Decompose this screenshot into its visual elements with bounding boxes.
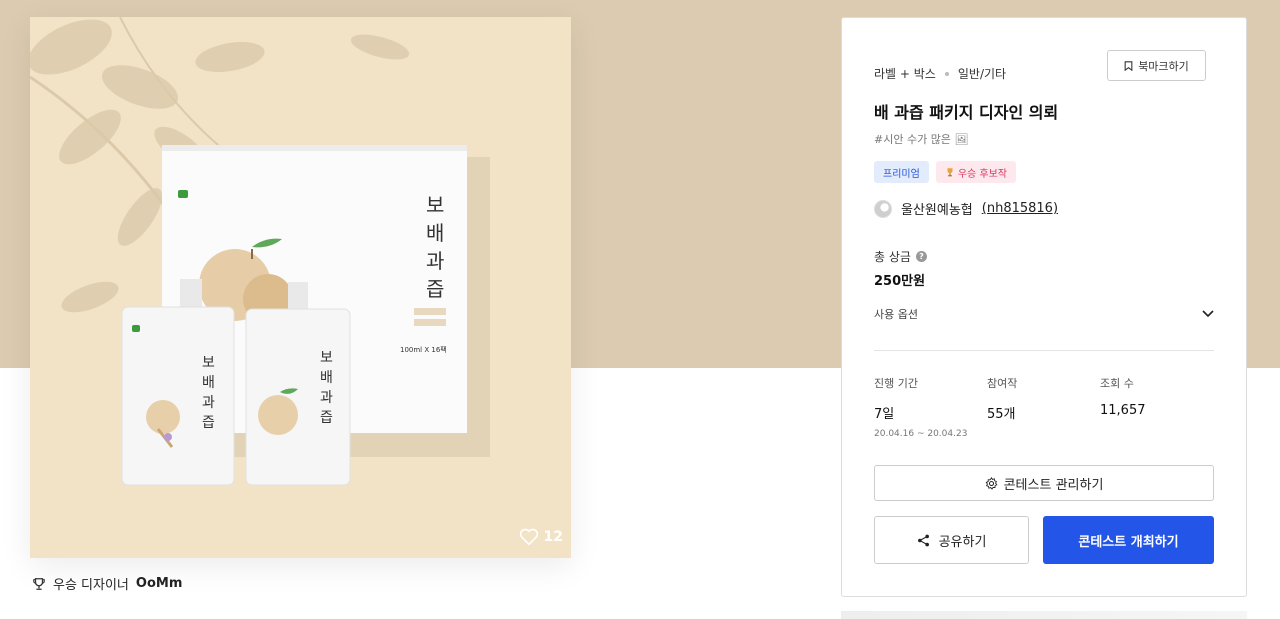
host-name: 울산원예농협 [901,203,973,218]
svg-text:100ml X 16팩: 100ml X 16팩 [400,345,447,354]
host-contest-button[interactable]: 콘테스트 개최하기 [1043,516,1214,564]
heart-icon [519,528,538,546]
svg-text:과: 과 [426,249,444,273]
entries-value: 55개 [987,407,1016,422]
svg-text:즙: 즙 [202,415,215,431]
gear-icon [985,476,998,490]
trophy-icon [947,168,953,177]
prize-value: 250만원 [874,274,926,289]
svg-text:배: 배 [202,375,215,391]
winner-designer: 우승 디자이너 OoMm [32,574,182,593]
winner-name[interactable]: OoMm [136,576,182,591]
winner-candidate-label: 우승 후보작 [957,168,1007,180]
options-label: 사용 옵션 [874,308,918,321]
svg-text:배: 배 [426,221,444,245]
winner-candidate-badge: 우승 후보작 [935,161,1016,183]
like-count: 12 [543,529,563,545]
stat-views: 조회 수 11,657 [1100,375,1213,439]
host-handle[interactable]: (nh815816) [982,201,1058,216]
chevron-down-icon [1202,310,1214,318]
share-button[interactable]: 공유하기 [874,516,1029,564]
svg-text:배: 배 [320,370,333,386]
badge-group: 프리미엄 우승 후보작 [874,161,1016,183]
product-image[interactable]: 보 배 과 즙 100ml X 16팩 보 배 과 즙 보 배 과 즙 12 [30,17,571,558]
bookmark-label: 북마크하기 [1138,59,1189,73]
contest-info-panel: 라벨 + 박스 일반/기타 북마크하기 배 과즙 패키지 디자인 의뢰 #시안 … [841,17,1247,597]
help-icon[interactable]: ? [915,251,927,262]
prize-label: 총 상금 [874,250,911,264]
svg-text:보: 보 [426,193,444,217]
views-label: 조회 수 [1100,377,1134,390]
like-counter[interactable]: 12 [519,528,563,546]
entries-label: 참여작 [987,377,1018,390]
svg-text:즙: 즙 [426,277,444,301]
host-avatar [874,199,892,218]
period-range: 20.04.16 ~ 20.04.23 [874,429,968,439]
trophy-icon [33,577,45,590]
share-icon [917,534,929,546]
host-info[interactable]: 울산원예농협 (nh815816) [874,199,1058,218]
svg-text:보: 보 [202,355,215,371]
bookmark-icon [1124,60,1133,71]
prize-label-row: 총 상금 ? [874,248,927,265]
share-label: 공유하기 [938,534,987,550]
premium-badge: 프리미엄 [874,161,929,183]
divider [874,350,1214,351]
bookmark-button[interactable]: 북마크하기 [1107,50,1206,81]
contest-tag[interactable]: #시안 수가 많은 🖼 [874,131,968,147]
svg-text:즙: 즙 [320,410,333,426]
below-panel-strip [841,611,1247,619]
packaging-illustration: 보 배 과 즙 100ml X 16팩 보 배 과 즙 보 배 과 즙 [30,17,490,486]
options-dropdown[interactable]: 사용 옵션 [874,306,1214,322]
manage-contest-label: 콘테스트 관리하기 [1003,477,1104,493]
contest-title: 배 과즙 패키지 디자인 의뢰 [874,103,1059,122]
category-label[interactable]: 라벨 + 박스 [874,65,936,82]
manage-contest-button[interactable]: 콘테스트 관리하기 [874,465,1214,501]
period-value: 7일 [874,407,895,422]
svg-text:보: 보 [320,350,333,366]
stat-period: 진행 기간 7일 20.04.16 ~ 20.04.23 [874,375,987,439]
svg-text:과: 과 [320,390,333,406]
svg-text:과: 과 [202,395,215,411]
separator-dot [944,71,949,76]
premium-badge-label: 프리미엄 [883,168,920,180]
winner-prefix: 우승 디자이너 [53,578,129,593]
host-contest-label: 콘테스트 개최하기 [1078,534,1179,550]
views-value: 11,657 [1100,403,1146,418]
period-label: 진행 기간 [874,377,918,390]
contest-stats: 진행 기간 7일 20.04.16 ~ 20.04.23 참여작 55개 조회 … [874,375,1214,439]
category-breadcrumb: 라벨 + 박스 일반/기타 [874,65,1006,82]
subcategory-label[interactable]: 일반/기타 [958,65,1006,82]
stat-entries: 참여작 55개 [987,375,1100,439]
